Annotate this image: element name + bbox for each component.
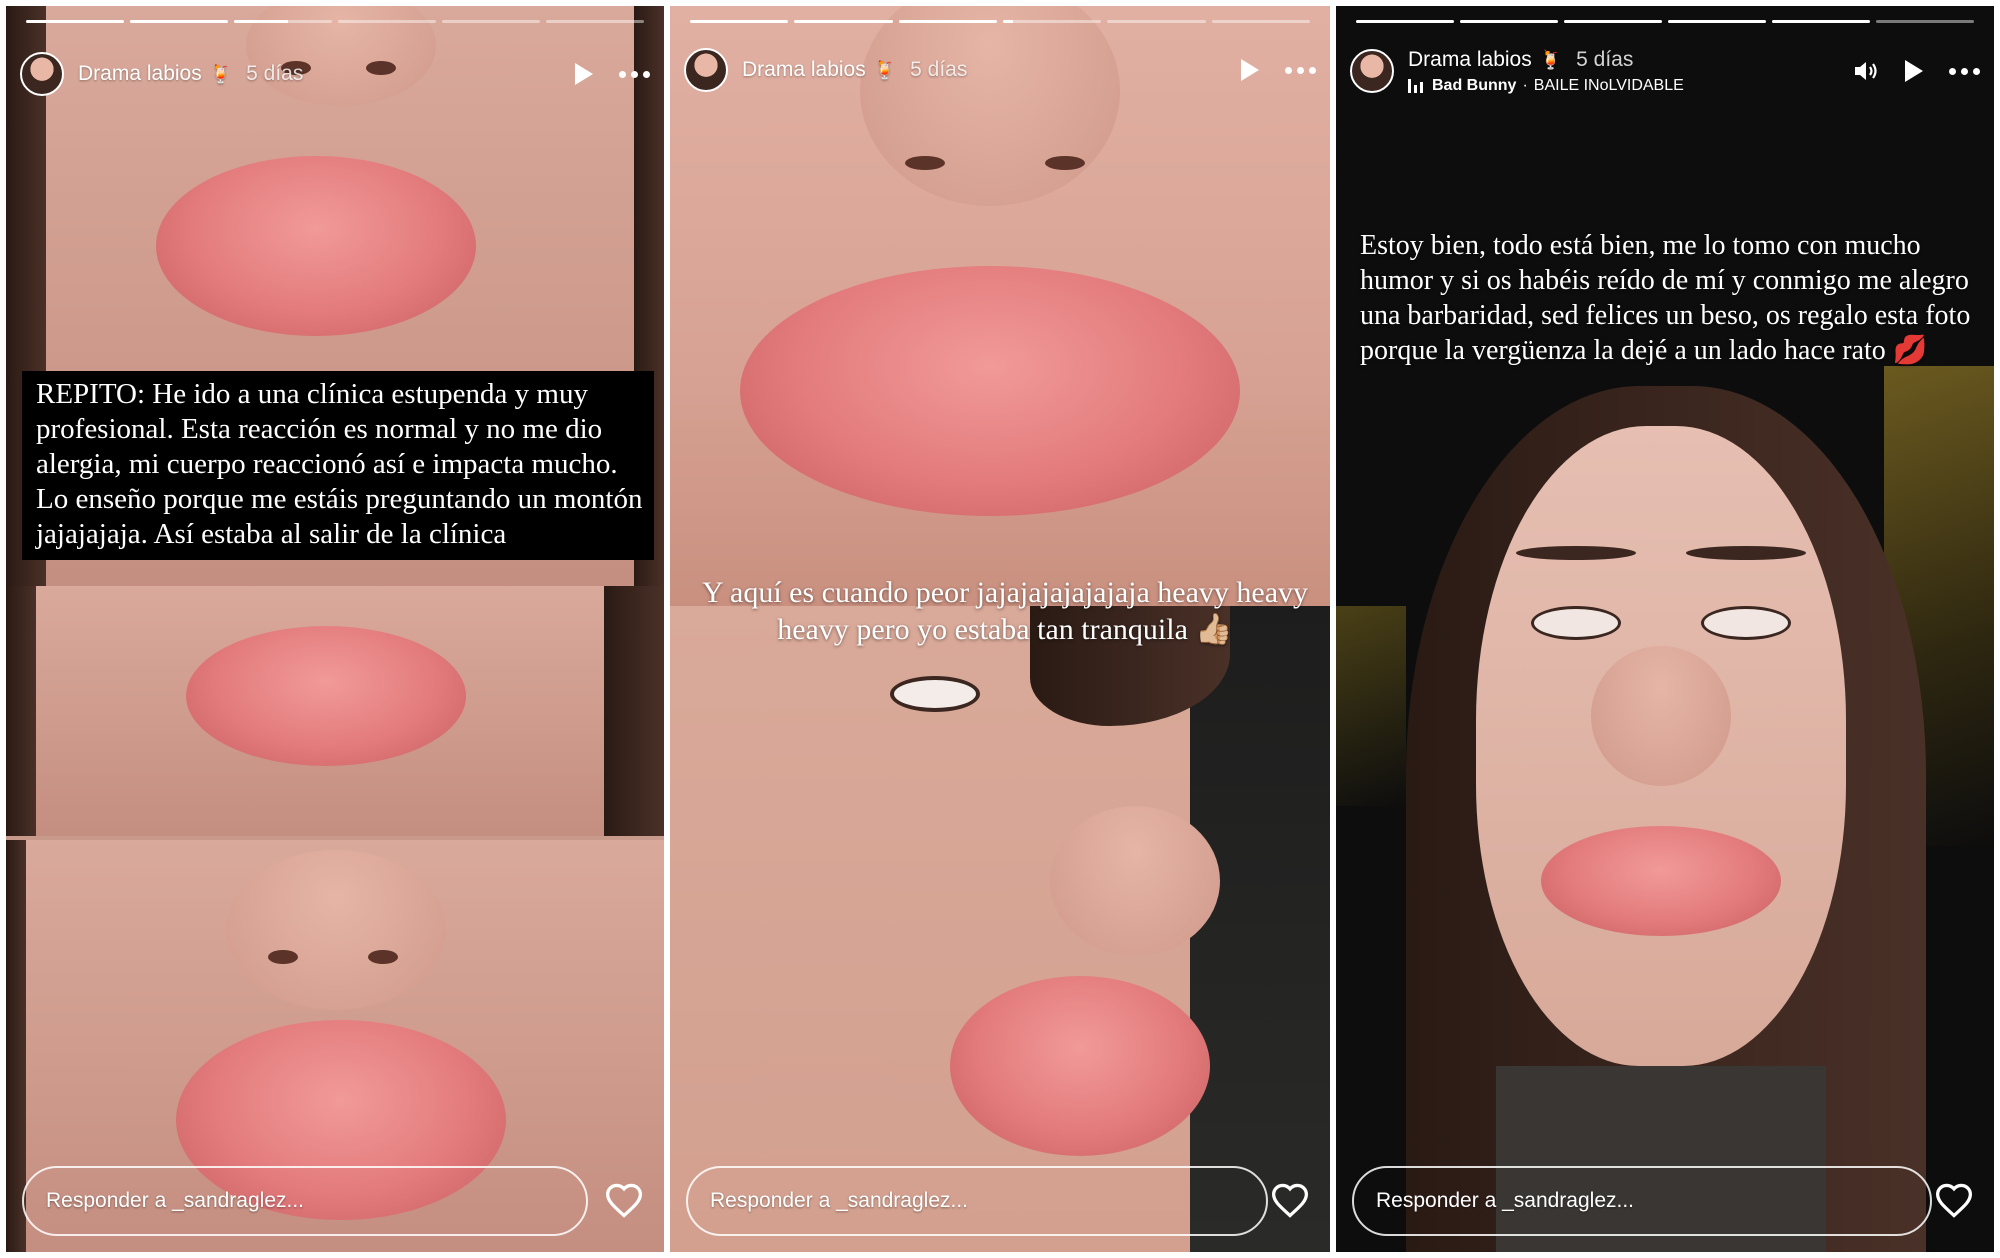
avatar[interactable] (684, 48, 728, 92)
progress-fill (130, 20, 228, 23)
reply-placeholder: Responder a _sandraglez... (710, 1189, 968, 1212)
progress-fill (794, 20, 893, 23)
emoji: 🍹 (1539, 49, 1563, 70)
timestamp: 5 días (910, 58, 968, 81)
reply-input[interactable]: Responder a _sandraglez... (1352, 1166, 1932, 1236)
progress-fill (1564, 20, 1662, 23)
reply-input[interactable]: Responder a _sandraglez... (686, 1166, 1268, 1236)
story-photo-2 (670, 606, 1330, 1252)
story-caption: Estoy bien, todo está bien, me lo tomo c… (1360, 230, 1971, 366)
play-icon[interactable] (575, 63, 593, 85)
more-options-icon[interactable] (1949, 67, 1980, 75)
progress-fill (234, 20, 288, 23)
music-separator: · (1522, 76, 1528, 94)
username[interactable]: Drama labios (742, 58, 866, 82)
emoji: 🍹 (209, 64, 233, 84)
story-header: Drama labios 🍹 5 días Bad Bunny · BAILE … (1350, 36, 1980, 106)
username[interactable]: Drama labios (78, 62, 202, 86)
music-artist: Bad Bunny (1432, 76, 1517, 94)
reply-placeholder: Responder a _sandraglez... (1376, 1189, 1634, 1212)
speaker-icon[interactable] (1853, 59, 1879, 83)
avatar[interactable] (1350, 49, 1394, 93)
more-options-icon[interactable] (1285, 66, 1316, 74)
progress-fill (1668, 20, 1766, 23)
progress-fill (690, 20, 789, 23)
username[interactable]: Drama labios (1408, 48, 1532, 72)
heart-icon[interactable] (604, 1182, 644, 1218)
heart-icon[interactable] (1934, 1182, 1974, 1218)
emoji: 🍹 (873, 60, 897, 80)
progress-fill (1460, 20, 1558, 23)
music-title: BAILE INoLVIDABLE (1533, 76, 1684, 94)
story-progress-bar (690, 20, 1310, 23)
story-panel-3[interactable]: Drama labios 🍹 5 días Bad Bunny · BAILE … (1336, 6, 1994, 1252)
music-attribution[interactable]: Bad Bunny · BAILE INoLVIDABLE (1408, 77, 1684, 95)
story-progress-bar (1356, 20, 1974, 23)
story-photo-2 (6, 586, 664, 836)
story-progress-bar (26, 20, 644, 23)
music-bars-icon (1408, 78, 1424, 93)
progress-fill (898, 20, 997, 23)
play-icon[interactable] (1241, 59, 1259, 81)
heart-icon[interactable] (1270, 1182, 1310, 1218)
story-header: Drama labios 🍹 5 días (684, 42, 1316, 98)
more-options-icon[interactable] (619, 70, 650, 78)
story-caption: REPITO: He ido a una clínica estupenda y… (22, 371, 654, 560)
story-panel-1[interactable]: Drama labios 🍹 5 días REPITO: He ido a u… (6, 6, 664, 1252)
timestamp: 5 días (246, 62, 304, 85)
reply-placeholder: Responder a _sandraglez... (46, 1189, 304, 1212)
story-panel-2[interactable]: Drama labios 🍹 5 días Y aquí es cuando p… (670, 6, 1330, 1252)
story-caption: Y aquí es cuando peor jajajajajajajaja h… (701, 576, 1309, 646)
progress-fill (1002, 20, 1013, 23)
progress-fill (26, 20, 124, 23)
play-icon[interactable] (1905, 60, 1923, 82)
progress-fill (1356, 20, 1454, 23)
reply-input[interactable]: Responder a _sandraglez... (22, 1166, 588, 1236)
story-header: Drama labios 🍹 5 días (20, 46, 650, 102)
timestamp: 5 días (1576, 47, 1634, 71)
progress-fill (1772, 20, 1870, 23)
avatar[interactable] (20, 52, 64, 96)
story-photo-1 (1336, 6, 1994, 1252)
